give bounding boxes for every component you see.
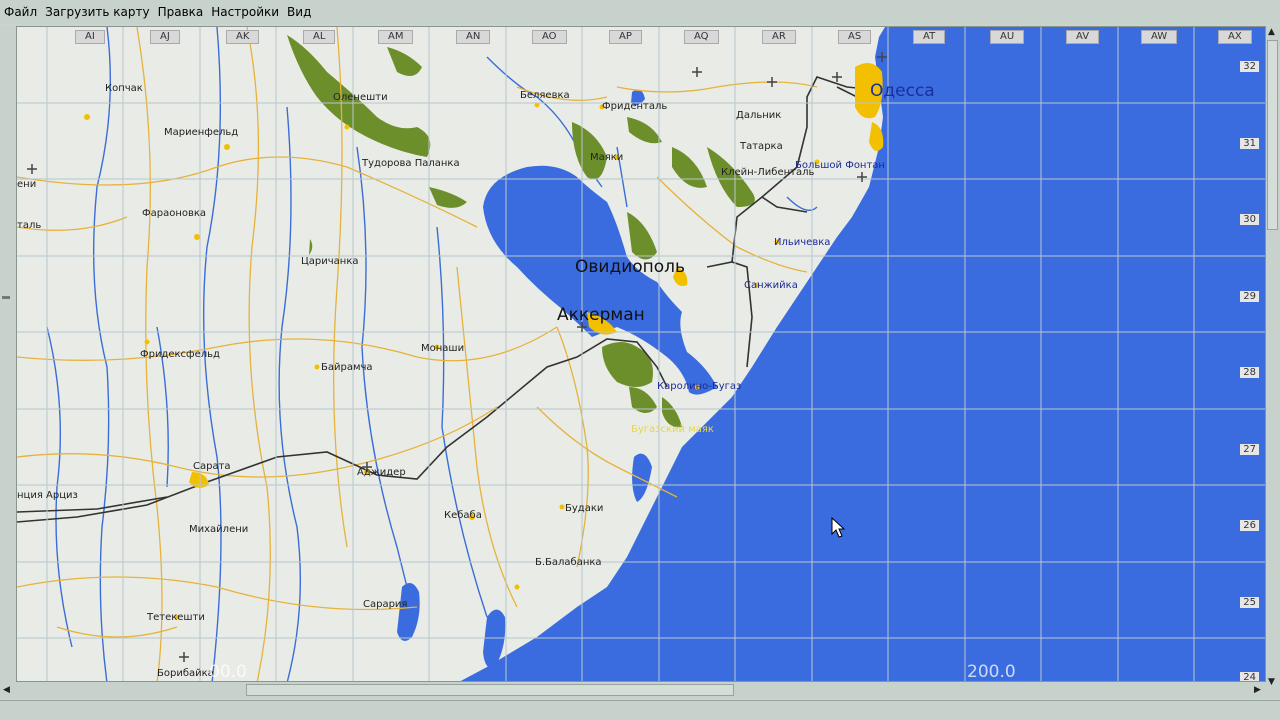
scroll-left-arrow-icon[interactable]: ◀: [3, 684, 10, 696]
grid-row-label: 30: [1240, 214, 1259, 225]
menu-load-map[interactable]: Загрузить карту: [41, 5, 153, 19]
grid-col-label: AQ: [684, 30, 719, 44]
scroll-down-arrow-icon[interactable]: ▼: [1268, 676, 1275, 688]
place-label[interactable]: Фридексфельд: [140, 349, 220, 360]
status-bar: [0, 700, 1280, 720]
grid-col-label: AJ: [150, 30, 180, 44]
grid-col-label: AL: [303, 30, 336, 44]
place-label[interactable]: Борибайка: [157, 668, 214, 679]
menu-bar: Файл Загрузить карту Правка Настройки Ви…: [0, 0, 1280, 24]
scale-label-200: 200.0: [967, 662, 1016, 682]
place-label[interactable]: Большой Фонтан: [795, 160, 885, 171]
place-label[interactable]: Сарария: [363, 599, 407, 610]
place-label[interactable]: Михайлени: [189, 524, 248, 535]
place-label[interactable]: Тетекешти: [147, 612, 205, 623]
place-label[interactable]: Тудорова Паланка: [362, 158, 460, 169]
scroll-up-arrow-icon[interactable]: ▲: [1268, 26, 1275, 38]
vertical-scroll-thumb[interactable]: [1267, 40, 1278, 230]
scroll-right-arrow-icon[interactable]: ▶: [1254, 684, 1261, 696]
place-label[interactable]: Каролино-Бугаз: [657, 381, 741, 392]
grid-col-label: AN: [456, 30, 491, 44]
mouse-pointer-icon: [831, 517, 846, 538]
place-label[interactable]: Бугазский маяк: [631, 424, 714, 435]
grid-row-label: 27: [1240, 444, 1259, 455]
city-label-akkerman[interactable]: Аккерман: [557, 305, 645, 325]
left-margin-strip: [0, 26, 16, 682]
grid-row-label: 24: [1240, 672, 1259, 681]
grid-row-label: 31: [1240, 138, 1259, 149]
place-label[interactable]: Маяки: [590, 152, 623, 163]
grid-col-label: AX: [1218, 30, 1252, 44]
place-label[interactable]: Дальник: [736, 110, 781, 121]
place-label[interactable]: Будаки: [565, 503, 603, 514]
place-label[interactable]: Татарка: [740, 141, 783, 152]
grid-col-label: AV: [1066, 30, 1100, 44]
place-label[interactable]: Байрамча: [321, 362, 373, 373]
place-label[interactable]: Оленешти: [333, 92, 388, 103]
place-label[interactable]: Ильичевка: [774, 237, 830, 248]
place-label[interactable]: Мариенфельд: [164, 127, 238, 138]
menu-file[interactable]: Файл: [0, 5, 41, 19]
place-label[interactable]: ени: [17, 179, 36, 190]
grid-col-label: AR: [762, 30, 796, 44]
menu-view[interactable]: Вид: [283, 5, 315, 19]
place-label[interactable]: Копчак: [105, 83, 143, 94]
grid-col-label: AW: [1141, 30, 1178, 44]
grid-col-label: AU: [990, 30, 1025, 44]
lake-small-1: [632, 453, 652, 502]
place-label[interactable]: Монаши: [421, 343, 464, 354]
menu-settings[interactable]: Настройки: [207, 5, 283, 19]
grid-row-label: 25: [1240, 597, 1259, 608]
horizontal-scroll-thumb[interactable]: [246, 684, 734, 696]
grid-col-label: AO: [532, 30, 567, 44]
grid-col-label: AP: [609, 30, 642, 44]
menu-edit[interactable]: Правка: [154, 5, 208, 19]
scale-label-00: 00.0: [209, 662, 247, 682]
city-label-odessa[interactable]: Одесса: [870, 81, 935, 101]
place-label[interactable]: Сарата: [193, 461, 231, 472]
place-label[interactable]: Санжийка: [744, 280, 798, 291]
horizontal-scrollbar[interactable]: ◀ ▶: [0, 682, 1266, 698]
grid-row-label: 26: [1240, 520, 1259, 531]
city-label-ovidiopol[interactable]: Овидиополь: [575, 257, 685, 277]
grid-col-label: AK: [226, 30, 260, 44]
map-canvas[interactable]: AI AJ AK AL AM AN AO AP AQ AR AS AT AU A…: [16, 26, 1266, 682]
place-label[interactable]: Б.Балабанка: [535, 557, 602, 568]
place-label[interactable]: Аджидер: [357, 467, 406, 478]
grid-col-label: AM: [378, 30, 414, 44]
place-label[interactable]: таль: [17, 220, 41, 231]
place-label[interactable]: Фриденталь: [602, 101, 667, 112]
grid-col-label: AI: [75, 30, 105, 44]
place-label[interactable]: Царичанка: [301, 256, 358, 267]
vertical-scrollbar[interactable]: ▲ ▼: [1266, 26, 1280, 698]
grid-row-label: 32: [1240, 61, 1259, 72]
grid-col-label: AT: [913, 30, 946, 44]
grid-col-label: AS: [838, 30, 872, 44]
place-label[interactable]: нция Арциз: [17, 490, 78, 501]
grid-row-label: 28: [1240, 367, 1259, 378]
place-label[interactable]: Беляевка: [520, 90, 570, 101]
place-label[interactable]: Кебаба: [444, 510, 482, 521]
grid-row-label: 29: [1240, 291, 1259, 302]
place-label[interactable]: Фараоновка: [142, 208, 206, 219]
left-margin-tick: [2, 296, 10, 299]
